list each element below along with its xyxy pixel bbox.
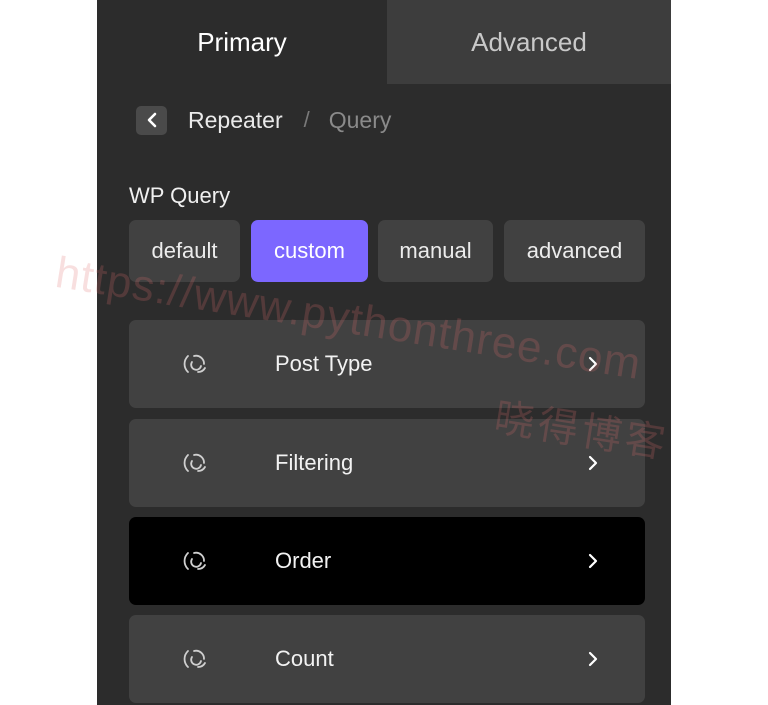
row-label: Filtering: [275, 450, 354, 475]
tab-bar: Primary Advanced: [97, 0, 671, 84]
loading-swirl-icon: [183, 354, 206, 373]
chevron-right-icon: [588, 356, 598, 372]
query-option-default[interactable]: default: [129, 220, 240, 282]
query-option-manual[interactable]: manual: [378, 220, 493, 282]
row-post-type[interactable]: Post Type: [129, 320, 645, 408]
query-option-custom[interactable]: custom: [251, 220, 368, 282]
row-label: Post Type: [275, 351, 373, 376]
back-button[interactable]: [136, 105, 167, 135]
loading-swirl-icon: [183, 649, 206, 668]
chevron-right-icon: [588, 553, 598, 569]
chevron-right-icon: [588, 651, 598, 667]
row-filtering[interactable]: Filtering: [129, 419, 645, 507]
query-option-advanced[interactable]: advanced: [504, 220, 645, 282]
row-count[interactable]: Count: [129, 615, 645, 703]
row-label: Order: [275, 548, 332, 573]
loading-swirl-icon: [183, 453, 206, 472]
chevron-right-icon: [588, 455, 598, 471]
wp-query-label: WP Query: [129, 183, 231, 208]
row-label: Count: [275, 646, 334, 671]
tab-advanced[interactable]: Advanced: [387, 0, 671, 84]
breadcrumb-current: Query: [328, 106, 392, 133]
chevron-left-icon: [147, 112, 156, 128]
breadcrumb: Repeater / Query: [136, 105, 391, 135]
query-settings-panel: Primary Advanced Repeater / Query WP Que…: [97, 0, 671, 705]
breadcrumb-parent[interactable]: Repeater: [188, 107, 283, 134]
breadcrumb-separator: /: [303, 107, 310, 132]
loading-swirl-icon: [183, 551, 206, 570]
tab-primary[interactable]: Primary: [97, 0, 387, 84]
row-order[interactable]: Order: [129, 517, 645, 605]
